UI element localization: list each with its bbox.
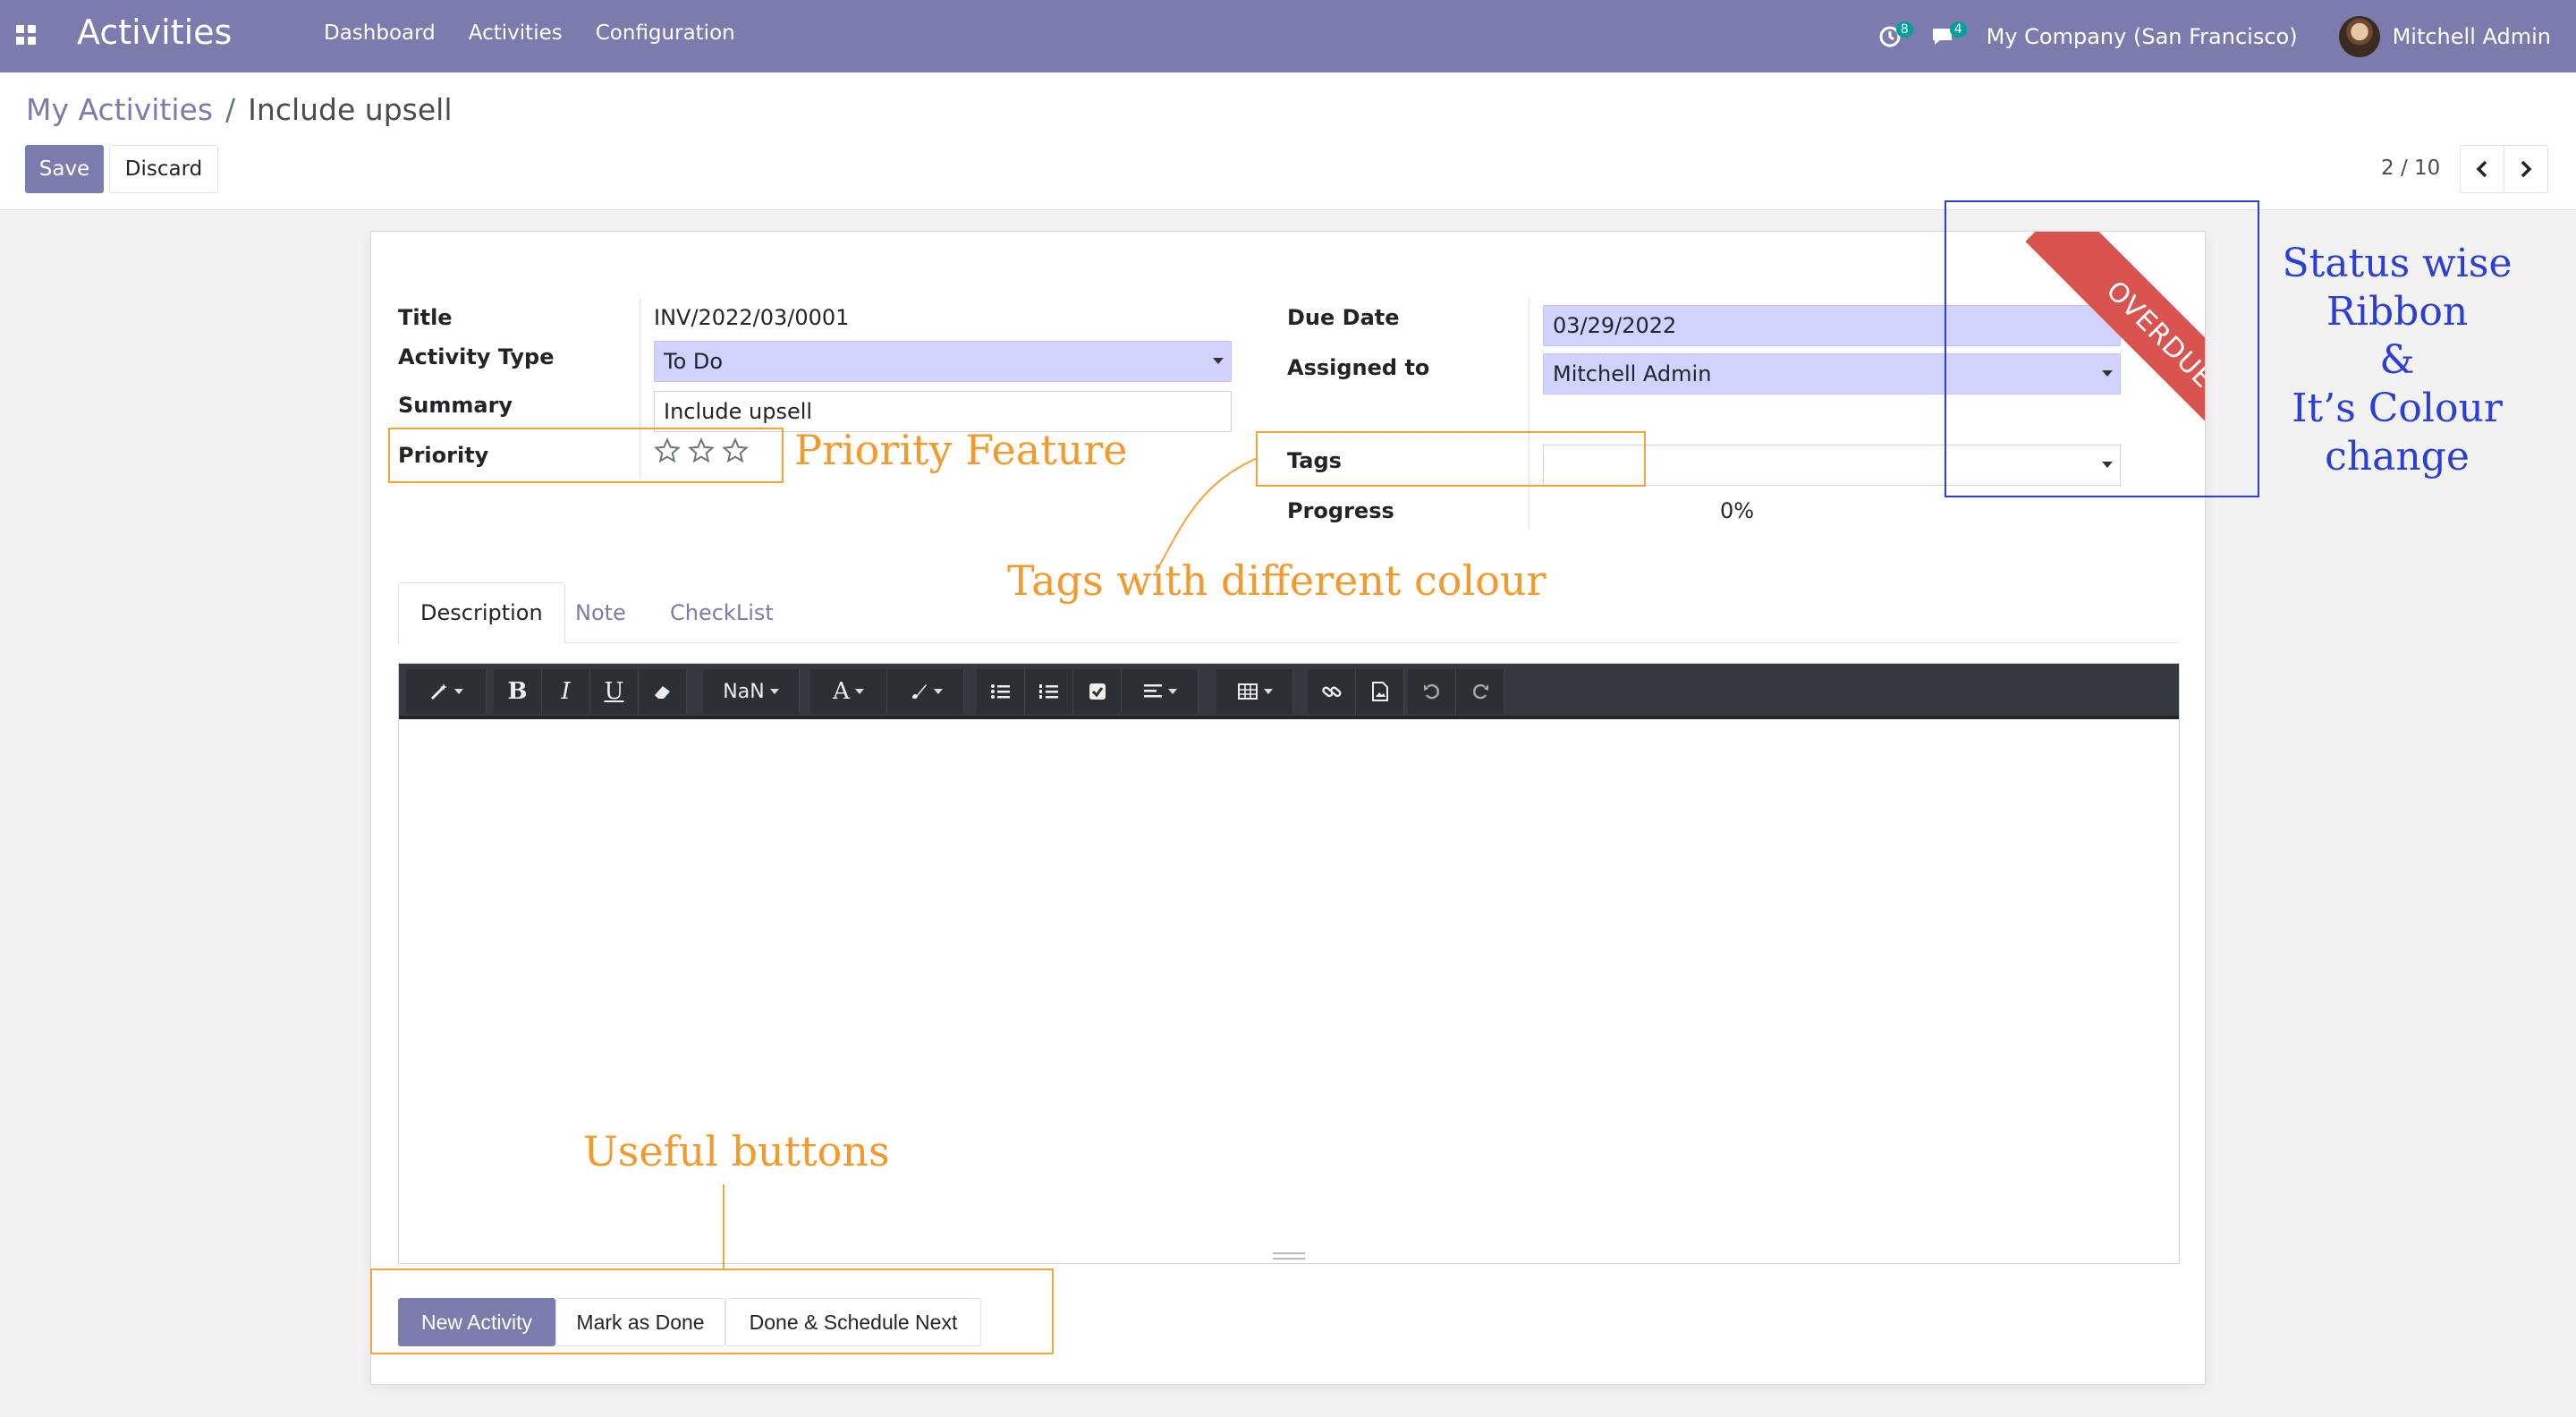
systray: 8 4 My Company (San Francisco) Mitchell … [1863,0,2551,72]
paint-brush-icon [911,684,927,700]
due-date-label: Due Date [1287,305,1400,330]
tags-annotation: Tags with different colour [1007,556,1546,605]
link-icon [1321,686,1341,698]
control-panel: My Activities / Include upsell Save Disc… [0,72,2576,210]
summary-label: Summary [398,393,513,418]
image-button[interactable] [1356,669,1404,714]
undo-icon [1423,683,1439,700]
form-sheet: Title INV/2022/03/0001 Activity Type To … [370,231,2206,1385]
bold-button[interactable]: B [494,669,542,714]
buttons-annotation-line [723,1184,724,1269]
checkbox-icon [1089,683,1106,700]
message-count-badge: 4 [1949,21,1967,38]
redo-button[interactable] [1456,669,1504,714]
table-icon [1237,683,1258,700]
assigned-to-value: Mitchell Admin [1553,361,1712,386]
ribbon-annotation-line-2: Ribbon [2326,289,2469,335]
user-menu[interactable]: Mitchell Admin [2393,24,2551,49]
title-label: Title [398,305,453,330]
breadcrumb-parent[interactable]: My Activities [26,92,213,127]
buttons-annotation: Useful buttons [583,1127,890,1175]
priority-annotation-box [388,428,784,483]
align-left-icon [1143,684,1162,698]
ribbon-annotation: Status wise Ribbon & It’s Colour change [2263,240,2531,481]
due-date-value: 03/29/2022 [1553,313,1677,338]
tab-note[interactable]: Note [554,582,648,643]
apps-menu-icon[interactable] [16,25,36,45]
bullet-list-button[interactable] [977,669,1025,714]
activity-type-label: Activity Type [398,344,555,369]
numbered-list-icon [1038,684,1058,699]
underline-button[interactable]: U [590,669,639,714]
menu-activities[interactable]: Activities [469,21,563,45]
tab-description[interactable]: Description [398,582,565,643]
paragraph-align-button[interactable] [1122,669,1199,714]
style-wand-button[interactable] [406,669,487,714]
ribbon-annotation-line-5: change [2325,434,2470,479]
assigned-to-label: Assigned to [1287,355,1430,380]
discard-button[interactable]: Discard [109,145,218,193]
caret-down-icon [1213,358,1224,364]
tags-annotation-box [1256,431,1646,487]
save-button[interactable]: Save [25,145,104,193]
ribbon-annotation-line-1: Status wise [2282,241,2512,286]
font-size-value: NaN [723,680,765,703]
progress-value: 0% [1720,498,1755,523]
progress-label: Progress [1287,498,1394,523]
messages-chat-icon[interactable]: 4 [1917,0,1970,72]
user-avatar[interactable] [2338,15,2380,57]
right-group-separator [1529,298,1530,529]
breadcrumb: My Activities / Include upsell [26,92,452,127]
top-navbar: Activities Dashboard Activities Configur… [0,0,2576,72]
pager-value[interactable]: 2 / 10 [2381,157,2440,180]
breadcrumb-current: Include upsell [248,92,453,127]
chevron-right-icon [2521,160,2532,178]
editor-toolbar: B I U NaN A [399,664,2179,719]
eraser-icon [654,686,670,699]
activity-clock-icon[interactable]: 8 [1863,0,1917,72]
priority-annotation: Priority Feature [794,426,1128,474]
font-color-button[interactable]: A [810,669,887,714]
ribbon-annotation-line-4: It’s Colour [2292,386,2503,431]
activity-count-badge: 8 [1895,21,1913,38]
italic-button[interactable]: I [542,669,590,714]
ribbon-annotation-line-3: & [2379,337,2415,383]
buttons-annotation-box [370,1269,1054,1354]
redo-icon [1472,683,1488,700]
tab-checklist[interactable]: CheckList [648,582,795,643]
bullet-list-icon [990,684,1010,699]
pager-next-button[interactable] [2504,145,2548,193]
eraser-button[interactable] [639,669,687,714]
image-file-icon [1371,682,1388,701]
title-value: INV/2022/03/0001 [654,305,850,330]
menu-dashboard[interactable]: Dashboard [324,21,436,45]
undo-button[interactable] [1408,669,1456,714]
summary-value: Include upsell [664,399,813,424]
table-button[interactable] [1216,669,1293,714]
ribbon-annotation-box [1945,200,2259,497]
link-button[interactable] [1308,669,1356,714]
numbered-list-button[interactable] [1025,669,1073,714]
app-title[interactable]: Activities [77,13,232,52]
magic-wand-icon [430,683,447,700]
activity-type-select[interactable]: To Do [654,341,1232,382]
menu-configuration[interactable]: Configuration [596,21,735,45]
breadcrumb-separator: / [225,92,236,127]
chevron-left-icon [2476,160,2487,178]
editor-resize-handle[interactable] [1273,1252,1305,1260]
activity-type-value: To Do [664,349,724,374]
font-size-dropdown[interactable]: NaN [703,669,800,714]
background-color-button[interactable] [887,669,964,714]
checklist-button[interactable] [1073,669,1122,714]
main-menu: Dashboard Activities Configuration [324,21,735,45]
company-switcher[interactable]: My Company (San Francisco) [1987,24,2298,49]
font-color-letter: A [833,678,850,705]
pager-previous-button[interactable] [2460,145,2504,193]
